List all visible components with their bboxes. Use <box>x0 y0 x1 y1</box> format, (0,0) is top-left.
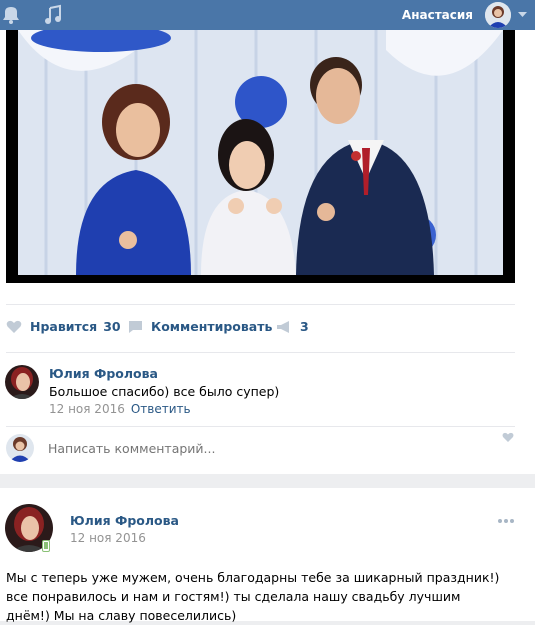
top-bar: Анастасия <box>0 0 535 30</box>
post-card: Юлия Фролова 12 ноя 2016 Мы с теперь уже… <box>0 488 535 623</box>
comment-icon <box>129 320 142 333</box>
comment-item: Юлия Фролова Большое спасибо) все было с… <box>0 352 535 442</box>
like-button[interactable]: Нравится 30 <box>6 319 121 334</box>
current-user-name[interactable]: Анастасия <box>402 8 473 22</box>
post-card: Нравится 30 Комментировать 3 Юлия Фролов… <box>0 30 535 474</box>
caret-down-icon[interactable] <box>518 12 527 18</box>
current-user-avatar-small <box>6 434 34 462</box>
comment-meta: 12 ноя 2016 Ответить <box>49 402 191 416</box>
post-actions: Нравится 30 Комментировать 3 <box>0 315 535 343</box>
divider <box>6 426 515 427</box>
like-label: Нравится <box>30 319 98 334</box>
post-photo[interactable] <box>6 30 515 283</box>
post-text: Мы с теперь уже мужем, очень благодарны … <box>6 570 500 623</box>
megaphone-icon <box>277 320 289 333</box>
more-options-icon[interactable] <box>497 518 515 524</box>
comment-label: Комментировать <box>151 319 273 334</box>
reply-link[interactable]: Ответить <box>131 402 191 416</box>
bell-icon[interactable] <box>0 4 22 26</box>
comment-input[interactable] <box>48 438 508 458</box>
mobile-icon <box>42 540 50 552</box>
comment-date[interactable]: 12 ноя 2016 <box>49 402 125 416</box>
divider <box>6 304 515 305</box>
comment-button[interactable]: Комментировать <box>128 319 272 334</box>
post-author-name[interactable]: Юлия Фролова <box>70 513 179 528</box>
share-count: 3 <box>300 319 309 334</box>
like-count: 30 <box>103 319 121 334</box>
current-user-avatar[interactable] <box>485 2 511 28</box>
comment-author-avatar[interactable] <box>5 365 39 399</box>
comment-text: Большое спасибо) все было супер) <box>49 384 280 399</box>
share-button[interactable]: 3 <box>276 319 309 334</box>
post-date[interactable]: 12 ноя 2016 <box>70 531 146 545</box>
heart-icon <box>6 320 22 333</box>
comment-author-name[interactable]: Юлия Фролова <box>49 366 158 381</box>
music-icon[interactable] <box>42 4 64 26</box>
